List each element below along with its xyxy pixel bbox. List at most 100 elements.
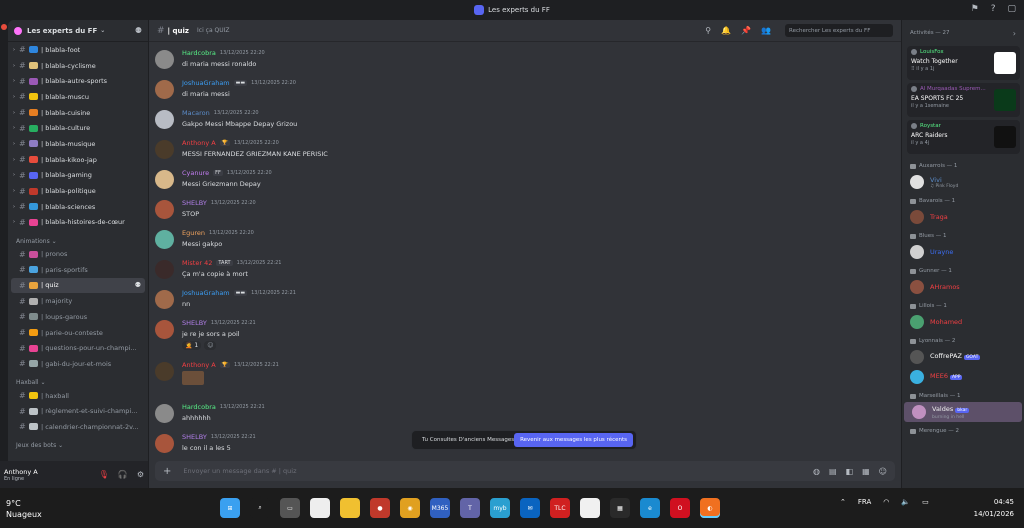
server-rail[interactable] (0, 20, 8, 488)
channel-item[interactable]: › # | blabla-politique (11, 183, 145, 199)
battery-icon[interactable]: ▭ (922, 498, 929, 506)
message-gif-image[interactable] (182, 371, 204, 385)
firefox-app[interactable]: ◐ (700, 498, 720, 518)
member-item[interactable]: Valdes bkar burning in hell (904, 402, 1022, 422)
message-author[interactable]: Anthony A (182, 361, 216, 369)
volume-icon[interactable]: 🔈 (901, 498, 910, 506)
search-app[interactable]: ⌕ (250, 498, 270, 518)
avatar[interactable] (155, 50, 174, 69)
tlc-app[interactable]: TLC (550, 498, 570, 518)
message-author[interactable]: Eguren (182, 229, 205, 237)
server-header[interactable]: Les experts du FF ⌄ ⚉ (8, 20, 148, 42)
member-item[interactable]: AHramos (902, 277, 1024, 297)
explorer-app[interactable] (340, 498, 360, 518)
channel-item[interactable]: › # | blabla-sciences (11, 199, 145, 215)
channel-item[interactable]: # | gabi-du-jour-et-mois (11, 356, 145, 372)
message-composer[interactable]: + ◍ ▤ ◧ ▦ ☺ (155, 461, 895, 481)
avatar[interactable] (155, 80, 174, 99)
channel-item[interactable]: › # | blabla-autre-sports (11, 73, 145, 89)
avatar[interactable] (155, 140, 174, 159)
message-author[interactable]: Hardcobra (182, 403, 216, 411)
avatar[interactable] (155, 200, 174, 219)
message-list[interactable]: Hardcobra 13/12/2025 22:20 di maria messi … (149, 46, 901, 480)
edge-app[interactable]: e (640, 498, 660, 518)
avatar[interactable] (155, 230, 174, 249)
message-author[interactable]: Mister 42 (182, 259, 212, 267)
channel-item[interactable]: # | loups-garous (11, 309, 145, 325)
mute-mic-icon[interactable]: 🎙 (99, 470, 109, 479)
store-app[interactable]: ▦ (610, 498, 630, 518)
sticker-icon[interactable]: ◧ (846, 467, 854, 476)
language-indicator[interactable]: FRA (858, 498, 871, 506)
message[interactable]: Hardcobra 13/12/2025 22:20 di maria messi … (149, 46, 901, 76)
channel-item[interactable]: # | calendrier-championnat-2v... (11, 419, 145, 435)
category-bots[interactable]: Jeux des bots ⌄ (8, 435, 148, 451)
gif-icon[interactable]: ▤ (829, 467, 837, 476)
channel-item[interactable]: › # | blabla-kikoo-jap (11, 152, 145, 168)
message[interactable]: Macaron 13/12/2025 22:20 Gakpo Messi Mbapp… (149, 106, 901, 136)
message-input[interactable] (183, 467, 584, 475)
pin-icon[interactable]: 📌 (741, 26, 751, 35)
emoji-icon[interactable]: ☺ (879, 467, 887, 476)
message-author[interactable]: SHELBY (182, 433, 207, 441)
message[interactable]: Anthony A 🏆 13/12/2025 22:20 MESSI FERNANDE… (149, 136, 901, 166)
message-author[interactable]: Cyanure (182, 169, 209, 177)
window-controls-icon[interactable]: ▢ (1007, 4, 1016, 14)
invite-user-icon[interactable]: ⚉ (135, 26, 142, 35)
message-author[interactable]: Macaron (182, 109, 210, 117)
teams-app[interactable]: T (460, 498, 480, 518)
member-item[interactable]: Urayne (902, 242, 1024, 262)
start-button[interactable]: ⊞ (220, 498, 240, 518)
notifications-icon[interactable]: 🔔 (721, 26, 731, 35)
member-item[interactable]: Mohamed (902, 312, 1024, 332)
message-author[interactable]: Hardcobra (182, 49, 216, 57)
avatar[interactable] (155, 320, 174, 339)
m365-app[interactable]: M365 (430, 498, 450, 518)
channel-item[interactable]: # | majority (11, 293, 145, 309)
user-panel[interactable]: Anthony A En ligne 🎙 🎧 ⚙ (0, 461, 148, 488)
inbox-icon[interactable]: ⚑ (971, 4, 979, 14)
channel-item[interactable]: › # | blabla-histoires-de-cœur (11, 215, 145, 231)
message-author[interactable]: SHELBY (182, 199, 207, 207)
chevron-right-icon[interactable]: › (1013, 29, 1016, 38)
gear-icon[interactable]: ⚙ (137, 470, 144, 479)
channel-item[interactable]: # | pronos (11, 246, 145, 262)
avatar[interactable] (155, 434, 174, 453)
message[interactable]: SHELBY 13/12/2025 22:21 je re je sors a po… (149, 316, 901, 358)
channel-item[interactable]: › # | blabla-gaming (11, 168, 145, 184)
weather-widget[interactable]: 9°C Nuageux (6, 498, 42, 520)
avatar[interactable] (155, 170, 174, 189)
avatar[interactable] (155, 260, 174, 279)
message[interactable]: Eguren 13/12/2025 22:20 Messi gakpo (149, 226, 901, 256)
wifi-icon[interactable]: ◠ (883, 498, 889, 506)
category-haxball[interactable]: Haxball ⌄ (8, 372, 148, 388)
channel-item[interactable]: › # | blabla-foot (11, 42, 145, 58)
member-item[interactable]: Traga (902, 207, 1024, 227)
upload-plus-icon[interactable]: + (163, 466, 171, 477)
activity-card[interactable]: LouisFox Watch Together ⠿ il y a 1j (907, 46, 1020, 80)
record-app[interactable]: ● (370, 498, 390, 518)
threads-icon[interactable]: ⚲ (705, 26, 711, 35)
chrome-app[interactable]: ◉ (400, 498, 420, 518)
notes-app[interactable] (580, 498, 600, 518)
help-icon[interactable]: ? (991, 4, 996, 14)
reaction-pill[interactable]: 🤦 1 (182, 341, 202, 350)
message[interactable]: Anthony A 🏆 13/12/2025 22:21 (149, 358, 901, 400)
avatar[interactable] (155, 362, 174, 381)
apps-icon[interactable]: ▦ (862, 467, 870, 476)
channel-item[interactable]: # | paris-sportifs (11, 262, 145, 278)
headset-icon[interactable]: 🎧 (118, 470, 128, 479)
member-item[interactable]: CoffrePAZ GOAT (902, 347, 1024, 367)
channel-item[interactable]: # | questions-pour-un-champi... (11, 340, 145, 356)
taskview-app[interactable]: ▭ (280, 498, 300, 518)
channel-item[interactable]: # | règlement-et-suivi-champi... (11, 403, 145, 419)
message-author[interactable]: JoshuaGraham (182, 289, 230, 297)
jump-to-present-button[interactable]: Revenir aux messages les plus récents (514, 433, 633, 447)
channel-item[interactable]: # | quiz ⚉ (11, 277, 145, 294)
channel-topic[interactable]: Ici ça QUIZ (197, 27, 230, 34)
channel-item[interactable]: › # | blabla-cuisine (11, 105, 145, 121)
member-list-icon[interactable]: 👥 (761, 26, 771, 35)
avatar[interactable] (155, 110, 174, 129)
avatar[interactable] (155, 290, 174, 309)
reaction-pill[interactable]: ☺ (204, 341, 217, 350)
